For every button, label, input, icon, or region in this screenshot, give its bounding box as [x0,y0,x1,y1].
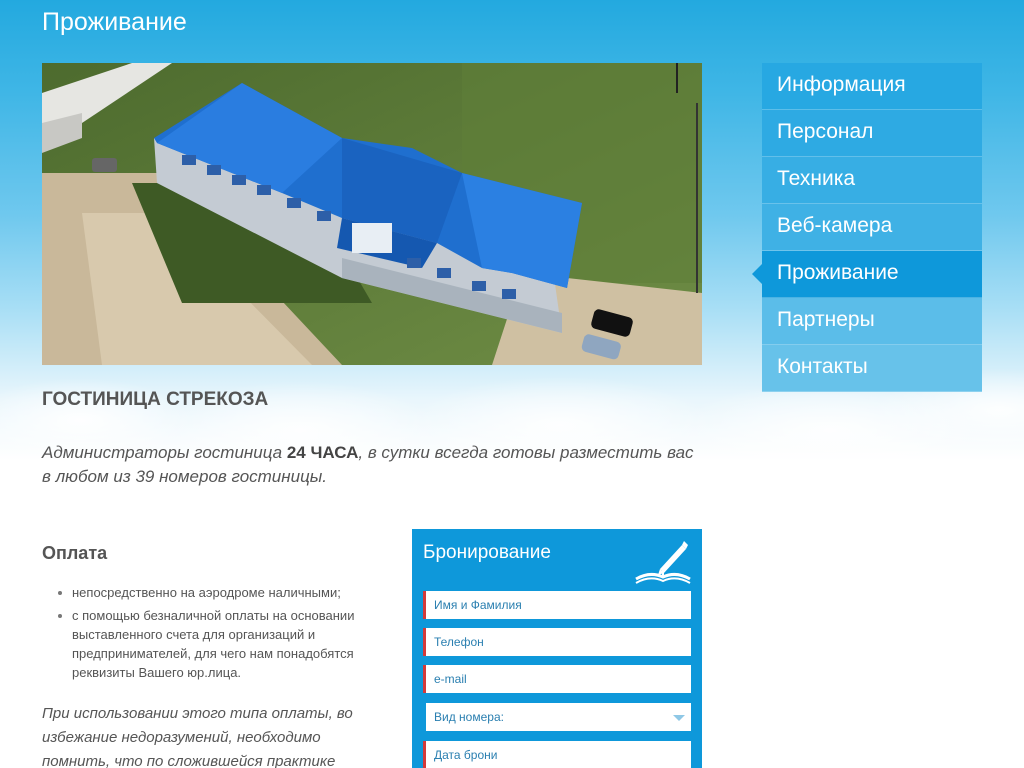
nav-item-equipment[interactable]: Техника [762,157,982,204]
payment-note: При использовании этого типа оплаты, во … [42,705,353,768]
nav-item-label: Контакты [777,355,868,378]
nav-item-contacts[interactable]: Контакты [762,345,982,392]
nav-item-webcam[interactable]: Веб-камера [762,204,982,251]
name-field[interactable]: Имя и Фамилия [423,591,691,619]
nav-item-label: Персонал [777,120,874,143]
payment-list: непосредственно на аэродроме наличными; … [58,583,368,686]
room-type-select-value: Вид номера: [434,710,504,724]
booking-title: Бронирование [423,542,551,563]
hotel-title: ГОСТИНИЦА СТРЕКОЗА [42,389,268,411]
hotel-title-name: СТРЕКОЗА [166,389,269,410]
nav-item-partners[interactable]: Партнеры [762,298,982,345]
nav-item-label: Веб-камера [777,214,893,237]
book-pen-icon [632,539,694,590]
hotel-photo [42,63,702,365]
nav-item-staff[interactable]: Персонал [762,110,982,157]
hotel-intro: Администраторы гостиница 24 ЧАСА, в сутк… [42,441,702,489]
booking-form: Бронирование Имя и Фамилия Телефон e-mai… [412,529,702,768]
hotel-title-prefix: ГОСТИНИЦА [42,389,167,410]
list-item: с помощью безналичной оплаты на основани… [58,606,368,682]
nav-item-label: Техника [777,167,856,190]
date-field[interactable]: Дата брони [423,741,691,768]
intro-text-1: Администраторы гостиница [42,443,287,462]
nav-item-accommodation[interactable]: Проживание [752,251,982,298]
side-navigation: Информация Персонал Техника Веб-камера П… [752,63,982,392]
payment-title: Оплата [42,543,108,563]
page-title: Проживание [42,8,187,36]
nav-item-label: Информация [777,73,906,96]
list-item: непосредственно на аэродроме наличными; [58,583,368,602]
room-type-select[interactable]: Вид номера: [423,703,691,731]
intro-bold: 24 ЧАСА [286,443,359,462]
phone-field[interactable]: Телефон [423,628,691,656]
nav-item-label: Проживание [777,261,899,284]
nav-item-information[interactable]: Информация [762,63,982,110]
email-field[interactable]: e-mail [423,665,691,693]
chevron-down-icon [673,715,685,721]
nav-item-label: Партнеры [777,308,875,331]
